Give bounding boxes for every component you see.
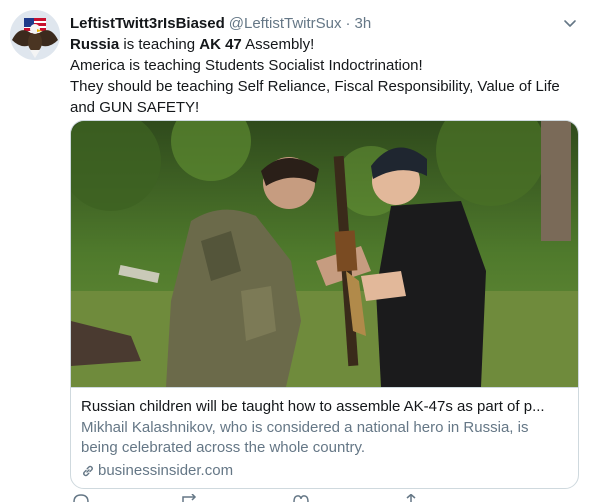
tweet-line-2: America is teaching Students Socialist I…	[70, 57, 423, 74]
tweet-header: LeftistTwitt3rIsBiased @LeftistTwitrSux …	[70, 12, 579, 34]
like-icon[interactable]	[290, 494, 312, 502]
tweet-line-1: Russia is teaching AK 47 Assembly!	[70, 34, 580, 55]
link-card[interactable]: Russian children will be taught how to a…	[70, 120, 579, 489]
card-meta: Russian children will be taught how to a…	[71, 387, 578, 488]
separator-dot: ·	[345, 14, 351, 32]
tweet-text: Russia is teaching AK 47 Assembly! Ameri…	[70, 34, 580, 118]
eagle-avatar-icon	[10, 10, 60, 60]
share-icon[interactable]	[400, 494, 422, 502]
display-name[interactable]: LeftistTwitt3rIsBiased	[70, 15, 225, 32]
tweet: LeftistTwitt3rIsBiased @LeftistTwitrSux …	[0, 0, 593, 502]
card-domain: businessinsider.com	[81, 461, 568, 481]
action-bar	[70, 494, 500, 502]
reply-icon[interactable]	[70, 494, 92, 502]
card-photo[interactable]	[71, 121, 578, 387]
text-assembly: Assembly!	[241, 36, 315, 53]
user-handle[interactable]: @LeftistTwitrSux	[229, 15, 342, 32]
tweet-line-3: They should be teaching Self Reliance, F…	[70, 78, 560, 116]
retweet-icon[interactable]	[180, 494, 202, 502]
link-icon	[83, 465, 93, 477]
card-title[interactable]: Russian children will be taught how to a…	[81, 397, 568, 417]
avatar[interactable]	[10, 10, 60, 60]
bold-ak47: AK 47	[199, 36, 242, 53]
text-is-teaching: is teaching	[119, 36, 200, 53]
card-description: Mikhail Kalashnikov, who is considered a…	[81, 419, 529, 456]
timestamp[interactable]: 3h	[355, 15, 372, 32]
bold-russia: Russia	[70, 36, 120, 53]
chevron-down-icon[interactable]	[561, 14, 579, 32]
card-domain-text[interactable]: businessinsider.com	[98, 461, 233, 481]
